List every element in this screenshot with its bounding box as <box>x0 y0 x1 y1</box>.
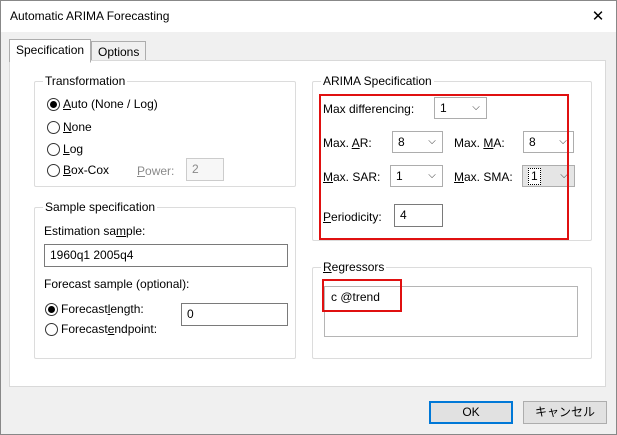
accel: P <box>137 164 146 178</box>
radio-indicator[interactable] <box>47 97 60 111</box>
estimation-label: Estimation sample: <box>44 223 145 239</box>
cancel-button[interactable]: キャンセル <box>523 401 607 424</box>
radio-label: uto (None / Log) <box>71 97 158 111</box>
radio-indicator[interactable] <box>47 163 60 177</box>
radio-label-pre: Forecast <box>61 322 108 336</box>
accel: R <box>323 260 332 274</box>
radio-forecast-endpoint[interactable]: Forecast e ndpoint: <box>45 321 157 337</box>
ok-button[interactable]: OK <box>429 401 513 424</box>
forecast-sample-label: Forecast sample (optional): <box>44 277 190 291</box>
accel: N <box>63 120 72 134</box>
regressors-highlight-box <box>322 279 402 312</box>
radio-label: og <box>69 142 84 156</box>
window-title: Automatic ARIMA Forecasting <box>10 9 170 23</box>
radio-box-cox[interactable]: Box-Cox <box>47 162 109 178</box>
accel: B <box>63 163 72 177</box>
dialog-window: Automatic ARIMA Forecasting ✕ Specificat… <box>0 0 617 435</box>
radio-indicator[interactable] <box>45 302 58 316</box>
transformation-title: Transformation <box>43 74 128 88</box>
specification-panel: Transformation Auto (None / Log) None Lo… <box>9 60 606 387</box>
sample-title: Sample specification <box>43 200 158 214</box>
power-input[interactable]: 2 <box>186 158 224 181</box>
estimation-label-post: ple: <box>126 224 146 238</box>
radio-log[interactable]: Log <box>47 141 83 157</box>
close-icon[interactable]: ✕ <box>587 6 609 28</box>
tab-specification[interactable]: Specification <box>9 39 92 63</box>
radio-indicator[interactable] <box>45 322 58 336</box>
arima-highlight-box <box>319 94 569 240</box>
title-bar: Automatic ARIMA Forecasting ✕ <box>1 1 616 32</box>
radio-indicator[interactable] <box>47 142 60 156</box>
arima-title: ARIMA Specification <box>321 74 434 88</box>
accel: m <box>116 224 127 238</box>
accel: L <box>63 142 70 156</box>
radio-label-post: ength: <box>110 302 144 316</box>
forecast-length-input[interactable]: 0 <box>181 303 288 326</box>
power-label: Power: <box>137 163 174 179</box>
radio-label-post: ndpoint: <box>114 322 158 336</box>
radio-forecast-length[interactable]: Forecast l ength: <box>45 301 144 317</box>
radio-none[interactable]: None <box>47 119 92 135</box>
estimation-label-pre: Estimation sa <box>44 224 117 238</box>
accel: A <box>63 97 72 111</box>
radio-indicator[interactable] <box>47 120 60 134</box>
power-label-text: ower: <box>145 164 175 178</box>
estimation-sample-input[interactable]: 1960q1 2005q4 <box>44 244 288 267</box>
radio-label: ox-Cox <box>71 163 110 177</box>
regressors-title-text: egressors <box>331 260 385 274</box>
radio-auto[interactable]: Auto (None / Log) <box>47 96 158 112</box>
accel: e <box>107 322 115 336</box>
radio-label: one <box>71 120 92 134</box>
radio-label-pre: Forecast <box>61 302 108 316</box>
regressors-title: Regressors <box>321 260 387 274</box>
